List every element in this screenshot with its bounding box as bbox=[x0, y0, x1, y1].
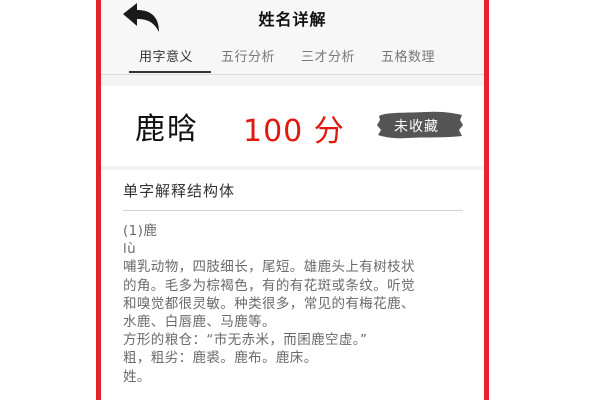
tab-five-grids[interactable]: 五格数理 bbox=[381, 46, 435, 65]
tab-character-meaning[interactable]: 用字意义 bbox=[139, 46, 193, 65]
explanation-line: lù bbox=[123, 241, 137, 258]
page-title: 姓名详解 bbox=[258, 10, 327, 29]
page: 姓名详解 用字意义 五行分析 三才分析 五格数理 鹿晗 100 分 未收藏 单字… bbox=[0, 0, 600, 400]
score-text: 100 分 bbox=[243, 114, 345, 149]
collect-button[interactable]: 未收藏 bbox=[376, 110, 464, 140]
nav-bar: 姓名详解 bbox=[101, 0, 484, 38]
divider bbox=[123, 210, 463, 211]
explanation-line: (1)鹿 bbox=[123, 223, 158, 239]
tab-bar: 用字意义 五行分析 三才分析 五格数理 bbox=[101, 38, 484, 75]
score-card: 鹿晗 100 分 未收藏 bbox=[101, 86, 484, 166]
explanation-section: 单字解释结构体 (1)鹿 lù 哺乳动物，四肢细长，尾短。雄鹿头上有树枝状 的角… bbox=[101, 170, 484, 400]
explanation-line: 和嗅觉都很灵敏。种类很多，常见的有梅花鹿、 bbox=[123, 295, 415, 312]
explanation-line: 水鹿、白唇鹿、马鹿等。 bbox=[123, 314, 276, 331]
phone-screen: 姓名详解 用字意义 五行分析 三才分析 五格数理 鹿晗 100 分 未收藏 单字… bbox=[96, 0, 489, 400]
collect-label: 未收藏 bbox=[394, 119, 439, 135]
tab-three-talents[interactable]: 三才分析 bbox=[301, 46, 355, 65]
tab-five-elements[interactable]: 五行分析 bbox=[221, 46, 275, 65]
explanation-line: 方形的粮仓：“市无赤米，而囷鹿空虚。” bbox=[123, 332, 368, 349]
explanation-line: 的角。毛多为棕褐色，有的有花斑或条纹。听觉 bbox=[123, 277, 415, 294]
active-tab-indicator bbox=[129, 71, 211, 73]
explanation-line: 粗，粗劣：鹿裘。鹿布。鹿床。 bbox=[123, 350, 318, 367]
explanation-line: 姓。 bbox=[123, 368, 151, 385]
section-title: 单字解释结构体 bbox=[123, 182, 236, 200]
explanation-text: (1)鹿 lù 哺乳动物，四肢细长，尾短。雄鹿头上有树枝状 的角。毛多为棕褐色，… bbox=[123, 222, 468, 386]
explanation-line: 哺乳动物，四肢细长，尾短。雄鹿头上有树枝状 bbox=[123, 259, 415, 276]
name-text: 鹿晗 bbox=[135, 112, 199, 147]
